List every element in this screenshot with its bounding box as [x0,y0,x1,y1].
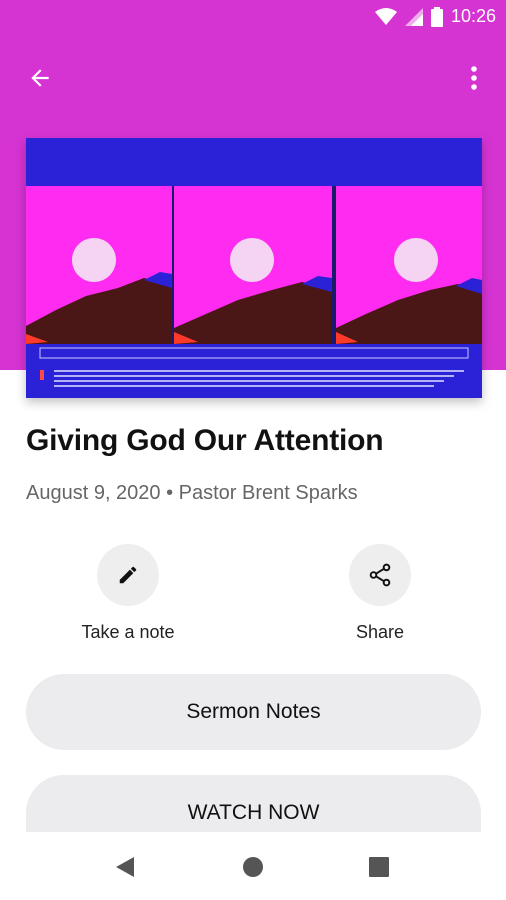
sermon-notes-button[interactable]: Sermon Notes [26,674,481,750]
take-a-note-circle[interactable] [97,544,159,606]
share-icon [369,563,391,587]
share-label: Share [355,622,405,642]
nav-recents-button[interactable] [364,852,394,882]
nav-home-button[interactable] [238,852,268,882]
nav-back-button[interactable] [110,852,140,882]
system-navigation-bar [0,832,506,900]
take-a-note-label: Take a note [81,622,175,642]
battery-icon [430,6,443,27]
wifi-icon [374,7,397,25]
circle-home-icon [243,857,263,877]
signal-icon [404,7,423,26]
status-time: 10:26 [450,6,496,26]
arrow-back-icon [31,69,49,87]
take-a-note-button[interactable]: Take a note [48,544,208,643]
sermon-meta: August 9, 2020 • Pastor Brent Sparks [26,482,358,504]
square-recents-icon [369,857,389,877]
artwork-graphic [26,138,482,398]
app-bar [0,48,506,104]
share-circle[interactable] [349,544,411,606]
share-button[interactable]: Share [300,544,460,643]
pencil-icon [119,566,137,584]
more-vert-icon [471,66,477,90]
sermon-artwork-image [26,138,482,398]
triangle-back-icon [116,857,134,877]
back-button[interactable] [20,58,60,98]
more-options-button[interactable] [456,58,492,98]
status-bar: 10:26 [0,0,506,36]
sermon-title: Giving God Our Attention [26,424,384,457]
